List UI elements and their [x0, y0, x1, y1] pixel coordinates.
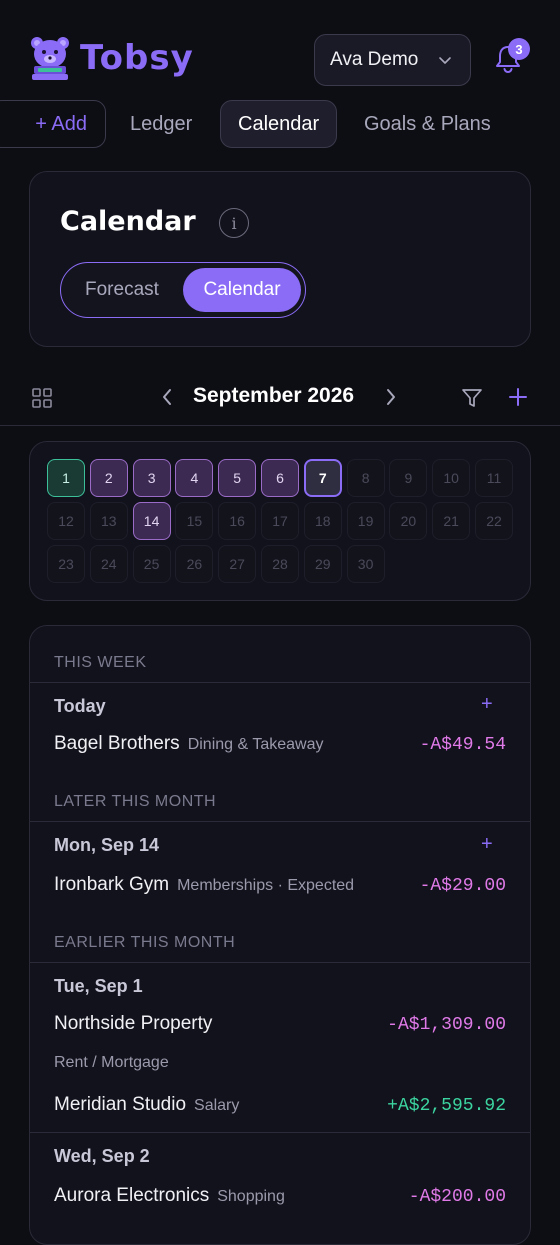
calendar-day[interactable]: 9 — [389, 459, 428, 497]
transaction-amount: -A$200.00 — [408, 1187, 506, 1207]
transaction-list: THIS WEEK Today + Bagel Brothers Dining &… — [29, 625, 531, 1245]
calendar-day[interactable]: 19 — [346, 502, 385, 540]
transaction-name: Northside Property — [54, 1013, 213, 1034]
calendar-day[interactable]: 10 — [432, 459, 471, 497]
transaction-row[interactable]: Ironbark Gym Memberships · Expected — [54, 874, 354, 896]
group-date: Tue, Sep 1 — [54, 976, 143, 996]
calendar-day[interactable]: 11 — [475, 459, 513, 497]
calendar-day[interactable]: 23 — [47, 545, 85, 583]
filter-icon[interactable] — [461, 387, 483, 409]
calendar-day[interactable]: 26 — [175, 545, 214, 583]
section-earlier-this-month: EARLIER THIS MONTH — [54, 934, 236, 951]
transaction-row[interactable]: Northside Property — [54, 1013, 212, 1035]
transaction-name: Aurora Electronics — [54, 1185, 210, 1206]
transaction-row[interactable]: Meridian Studio Salary — [54, 1094, 239, 1116]
calendar-day[interactable]: 14 — [132, 502, 171, 540]
calendar-day[interactable]: 21 — [432, 502, 471, 540]
transaction-row[interactable]: Bagel Brothers Dining & Takeaway — [54, 733, 323, 755]
calendar-day[interactable]: 2 — [89, 459, 128, 497]
group-date: Wed, Sep 2 — [54, 1146, 150, 1166]
calendar-day[interactable]: 15 — [175, 502, 214, 540]
group-date: Today — [54, 696, 106, 716]
brand-name: Tobsy — [80, 38, 194, 78]
toggle-forecast[interactable]: Forecast — [85, 279, 159, 301]
transaction-category: Dining & Takeaway — [187, 736, 324, 753]
group-date: Mon, Sep 14 — [54, 835, 160, 855]
calendar-day[interactable]: 18 — [303, 502, 342, 540]
calendar-day[interactable]: 16 — [218, 502, 257, 540]
view-toggle: Forecast Calendar — [60, 262, 306, 318]
calendar-day[interactable]: 25 — [132, 545, 171, 583]
month-toolbar: September 2026 — [0, 370, 560, 426]
tab-calendar[interactable]: Calendar — [220, 100, 338, 148]
app-header: Tobsy Ava Demo 3 — [0, 0, 560, 100]
section-this-week: THIS WEEK — [54, 654, 147, 671]
calendar-day[interactable]: 28 — [261, 545, 299, 583]
divider — [30, 962, 530, 963]
transaction-name: Bagel Brothers — [54, 733, 180, 754]
grid-view-icon[interactable] — [32, 388, 52, 408]
transaction-name: Meridian Studio — [54, 1094, 187, 1115]
calendar-day[interactable]: 1 — [47, 459, 85, 497]
info-icon[interactable]: i — [219, 208, 249, 238]
chevron-down-icon — [439, 57, 451, 64]
transaction-category: Shopping — [217, 1188, 285, 1205]
calendar-day[interactable]: 5 — [218, 459, 257, 497]
add-transaction-button[interactable]: + — [481, 693, 493, 716]
transaction-category: Memberships · Expected — [177, 877, 355, 894]
calendar-day[interactable]: 4 — [175, 459, 214, 497]
transaction-amount: -A$29.00 — [419, 876, 506, 896]
tab-goals-plans[interactable]: Goals & Plans — [364, 100, 491, 148]
main-nav: + Add Ledger Calendar Goals & Plans — [0, 100, 560, 150]
transaction-row[interactable]: Aurora Electronics Shopping — [54, 1185, 285, 1207]
calendar-day[interactable]: 27 — [218, 545, 257, 583]
transaction-amount: -A$49.54 — [419, 735, 506, 755]
calendar-day[interactable]: 20 — [389, 502, 428, 540]
divider — [30, 821, 530, 822]
transaction-category: Salary — [194, 1097, 240, 1114]
divider — [30, 1132, 530, 1133]
chevron-right-icon[interactable] — [384, 386, 398, 408]
calendar-day[interactable]: 30 — [346, 545, 385, 583]
divider — [30, 682, 530, 683]
chevron-left-icon[interactable] — [160, 386, 174, 408]
calendar-grid: 1 2 3 4 5 6 7 8 9 10 11 12 13 14 15 16 17 18 19 20 21 22 23 24 2… — [29, 441, 531, 601]
transaction-amount: -A$1,309.00 — [387, 1015, 506, 1035]
add-transaction-button[interactable]: + — [481, 833, 493, 856]
calendar-day[interactable]: 6 — [261, 459, 299, 497]
page-title: Calendar — [60, 206, 196, 237]
notification-badge: 3 — [508, 38, 530, 60]
transaction-amount: +A$2,595.92 — [387, 1096, 506, 1116]
calendar-day[interactable]: 13 — [89, 502, 128, 540]
calendar-day[interactable]: 8 — [346, 459, 385, 497]
user-name: Ava Demo — [330, 49, 419, 70]
tab-ledger[interactable]: Ledger — [130, 100, 192, 148]
user-selector[interactable]: Ava Demo — [314, 34, 471, 86]
calendar-day[interactable]: 29 — [303, 545, 342, 583]
calendar-day[interactable]: 24 — [89, 545, 128, 583]
add-button[interactable]: + Add — [0, 100, 106, 148]
bear-mascot-icon — [31, 37, 69, 80]
section-later-this-month: LATER THIS MONTH — [54, 793, 217, 810]
calendar-header-card: Calendar i Forecast Calendar — [29, 171, 531, 347]
calendar-day[interactable]: 17 — [261, 502, 299, 540]
plus-icon[interactable] — [508, 387, 528, 407]
calendar-day[interactable]: 7 — [303, 459, 342, 497]
transaction-name: Ironbark Gym — [54, 874, 170, 895]
calendar-day[interactable]: 22 — [475, 502, 513, 540]
brand-logo[interactable]: Tobsy — [28, 34, 194, 82]
month-label: September 2026 — [193, 384, 355, 407]
calendar-day[interactable]: 12 — [47, 502, 85, 540]
toggle-calendar[interactable]: Calendar — [183, 268, 301, 312]
transaction-category: Rent / Mortgage — [54, 1054, 169, 1071]
calendar-day[interactable]: 3 — [132, 459, 171, 497]
